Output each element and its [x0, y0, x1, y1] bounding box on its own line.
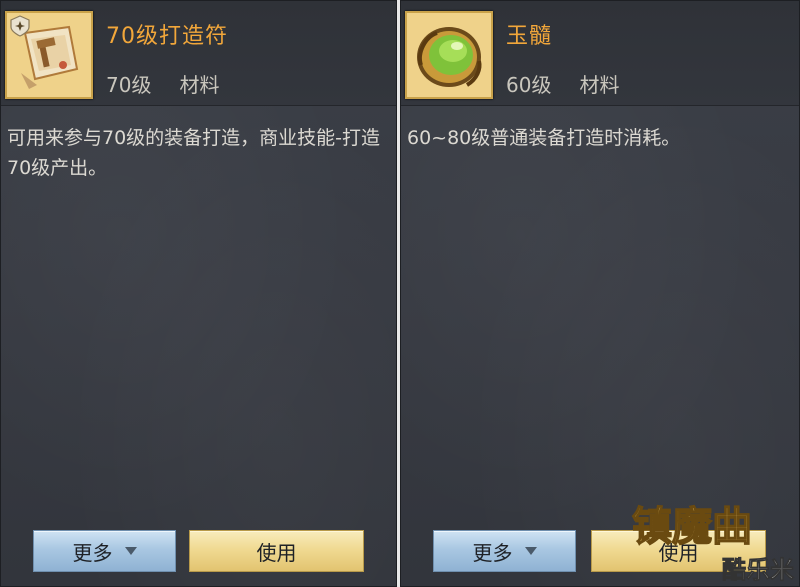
more-button-label: 更多: [472, 540, 513, 565]
item-type: 材料: [179, 73, 220, 97]
item-description: 60~80级普通装备打造时消耗。: [407, 127, 681, 149]
use-button-label: 使用: [256, 540, 297, 565]
more-button-label: 更多: [72, 540, 113, 565]
item-description: 可用来参与70级的装备打造，商业技能-打造70级产出。: [7, 127, 381, 179]
more-button[interactable]: 更多: [33, 530, 176, 572]
chevron-down-icon: [524, 547, 537, 555]
item-panel-left: 70级打造符 70级 材料 可用来参与70级的装备打造，商业技能-打造70级产出。…: [0, 0, 397, 587]
item-name: 玉髓: [506, 24, 553, 49]
item-name: 70级打造符: [106, 24, 228, 49]
item-level: 70级: [106, 73, 152, 97]
use-button[interactable]: 使用: [189, 530, 364, 572]
more-button[interactable]: 更多: [433, 530, 576, 572]
item-header: 70级打造符 70级 材料: [1, 1, 396, 106]
item-meta: 60级 材料: [506, 69, 619, 98]
item-meta: 70级 材料: [106, 69, 219, 98]
green-gem-icon: [407, 13, 491, 97]
item-icon-frame[interactable]: [405, 11, 493, 99]
item-icon-frame[interactable]: [5, 11, 93, 99]
game-logo-watermark: 镇魔曲 酷乐米: [631, 502, 794, 584]
item-type: 材料: [579, 73, 620, 97]
item-tooltip-comparison: 70级打造符 70级 材料 可用来参与70级的装备打造，商业技能-打造70级产出。…: [0, 0, 800, 587]
site-watermark-text: 酷乐米: [722, 556, 794, 584]
chevron-down-icon: [124, 547, 137, 555]
bind-badge-icon: [10, 15, 30, 37]
item-header: 玉髓 60级 材料: [401, 1, 799, 106]
logo-text: 镇魔曲: [632, 503, 752, 550]
item-level: 60级: [506, 73, 552, 97]
